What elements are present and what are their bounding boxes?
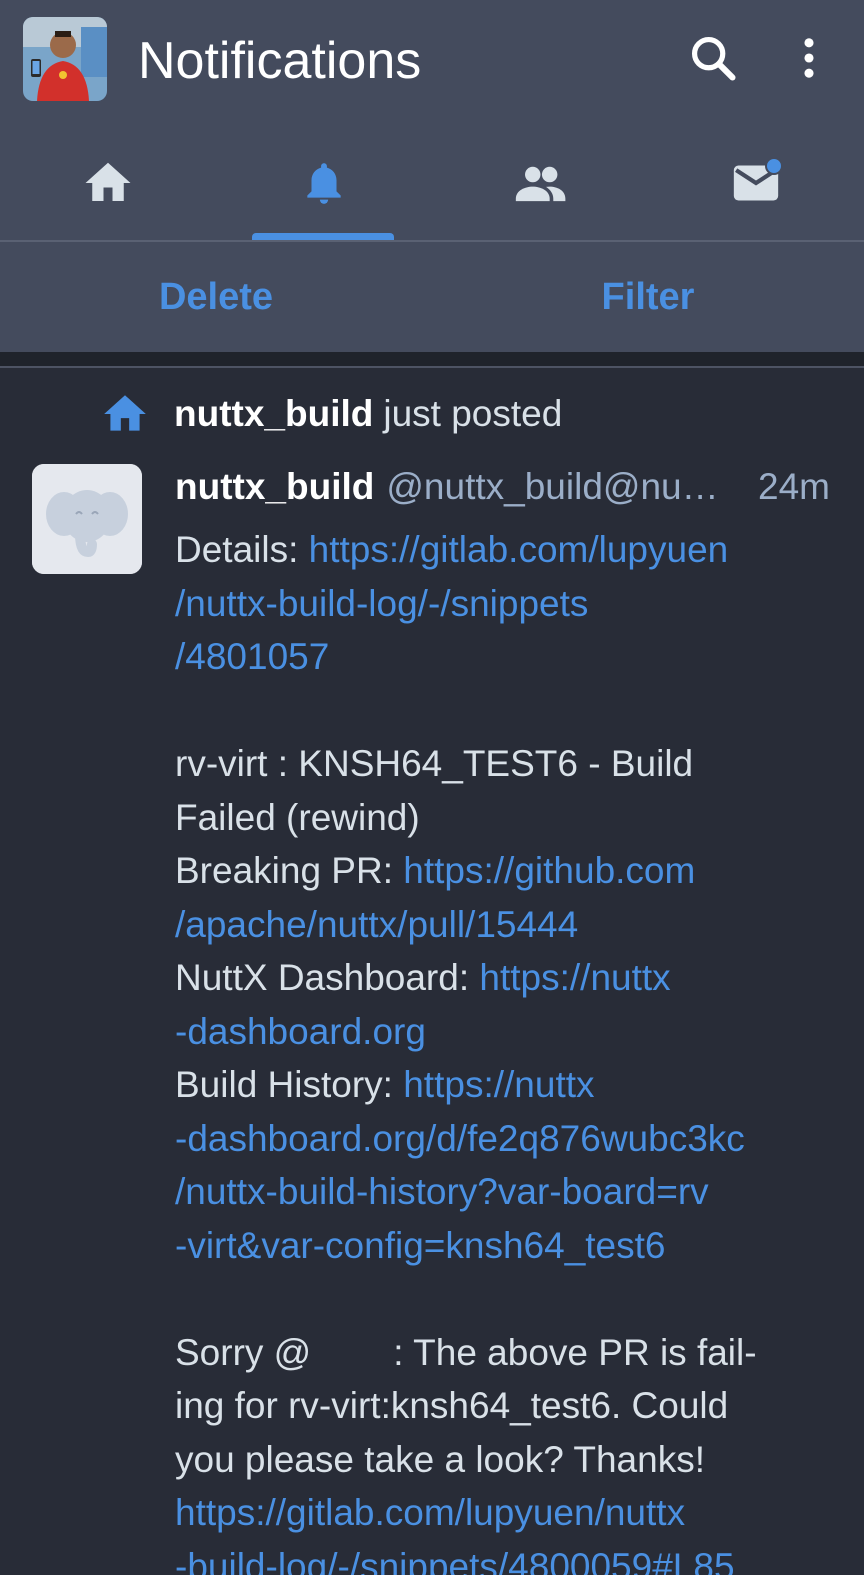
search-icon[interactable] [685, 30, 741, 86]
app-root: Notifications Delete Filter nuttx_build … [0, 0, 864, 1575]
history-link-cont[interactable]: /nuttx-build-history?var-board=rv [175, 1171, 709, 1212]
notification-prepend: nuttx_build just posted [100, 388, 562, 440]
status-content: Details: https://gitlab.com/lupyuen /nut… [175, 523, 835, 1575]
history-link-cont[interactable]: -dashboard.org/d/fe2q876wubc3kc [175, 1118, 745, 1159]
page-title: Notifications [138, 32, 422, 90]
home-icon [85, 162, 131, 201]
notification-action-bar: Delete Filter [0, 242, 864, 352]
tab-home[interactable] [0, 125, 216, 241]
details-link-cont[interactable]: /4801057 [175, 636, 329, 677]
tab-direct[interactable] [648, 125, 864, 241]
status-avatar[interactable] [32, 464, 142, 574]
sorry-text-cont: ing for rv-virt:knsh64_test6. Could [175, 1385, 729, 1426]
tab-bar [0, 125, 864, 241]
home-icon [104, 395, 146, 431]
tab-notifications[interactable] [216, 125, 432, 241]
details-link[interactable]: https://gitlab.com/lupyuen [309, 529, 729, 570]
history-label: Build History: [175, 1064, 404, 1105]
user-avatar[interactable] [23, 17, 107, 101]
status-header: nuttx_build @nuttx_build@nu… 24m [175, 462, 830, 512]
log-link-cont[interactable]: -build-log/-/snippets/4800059#L85 [175, 1546, 735, 1575]
details-label: Details: [175, 529, 309, 570]
top-app-bar: Notifications [0, 0, 864, 125]
bell-icon [307, 163, 341, 204]
dashboard-label: NuttX Dashboard: [175, 957, 480, 998]
dashboard-link-cont[interactable]: -dashboard.org [175, 1011, 426, 1052]
mastodon-elephant-icon [32, 464, 142, 574]
dashboard-link[interactable]: https://nuttx [479, 957, 670, 998]
log-link[interactable]: https://gitlab.com/lupyuen/nuttx [175, 1492, 685, 1533]
prepend-username[interactable]: nuttx_build [174, 393, 373, 435]
breaking-pr-link-cont[interactable]: /apache/nuttx/pull/15444 [175, 904, 578, 945]
unread-badge [765, 157, 783, 175]
display-name[interactable]: nuttx_build [175, 466, 374, 508]
notification-item[interactable]: nuttx_build just posted nuttx_build @nut… [0, 368, 864, 1575]
tab-local[interactable] [432, 125, 648, 241]
breaking-pr-link[interactable]: https://github.com [403, 850, 695, 891]
sorry-text-cont: you please take a look? Thanks! [175, 1438, 705, 1480]
prepend-text: just posted [383, 393, 563, 434]
filter-button[interactable]: Filter [432, 242, 864, 352]
sorry-text: : The above PR is fail- [393, 1331, 757, 1373]
details-link-cont[interactable]: /nuttx-build-log/-/snippets [175, 583, 588, 624]
more-vert-icon[interactable] [781, 30, 837, 86]
sorry-prefix: Sorry @ [175, 1331, 312, 1373]
build-title: rv-virt : KNSH64_TEST6 - Build [175, 743, 694, 784]
history-link-cont[interactable]: -virt&var-config=knsh64_test6 [175, 1225, 666, 1266]
history-link[interactable]: https://nuttx [403, 1064, 594, 1105]
breaking-pr-label: Breaking PR: [175, 850, 404, 891]
people-icon [515, 166, 566, 202]
section-divider [0, 352, 864, 366]
delete-button[interactable]: Delete [0, 242, 432, 352]
build-title-cont: Failed (rewind) [175, 796, 420, 838]
account-handle[interactable]: @nuttx_build@nu… [386, 466, 748, 508]
relative-time: 24m [758, 466, 830, 507]
